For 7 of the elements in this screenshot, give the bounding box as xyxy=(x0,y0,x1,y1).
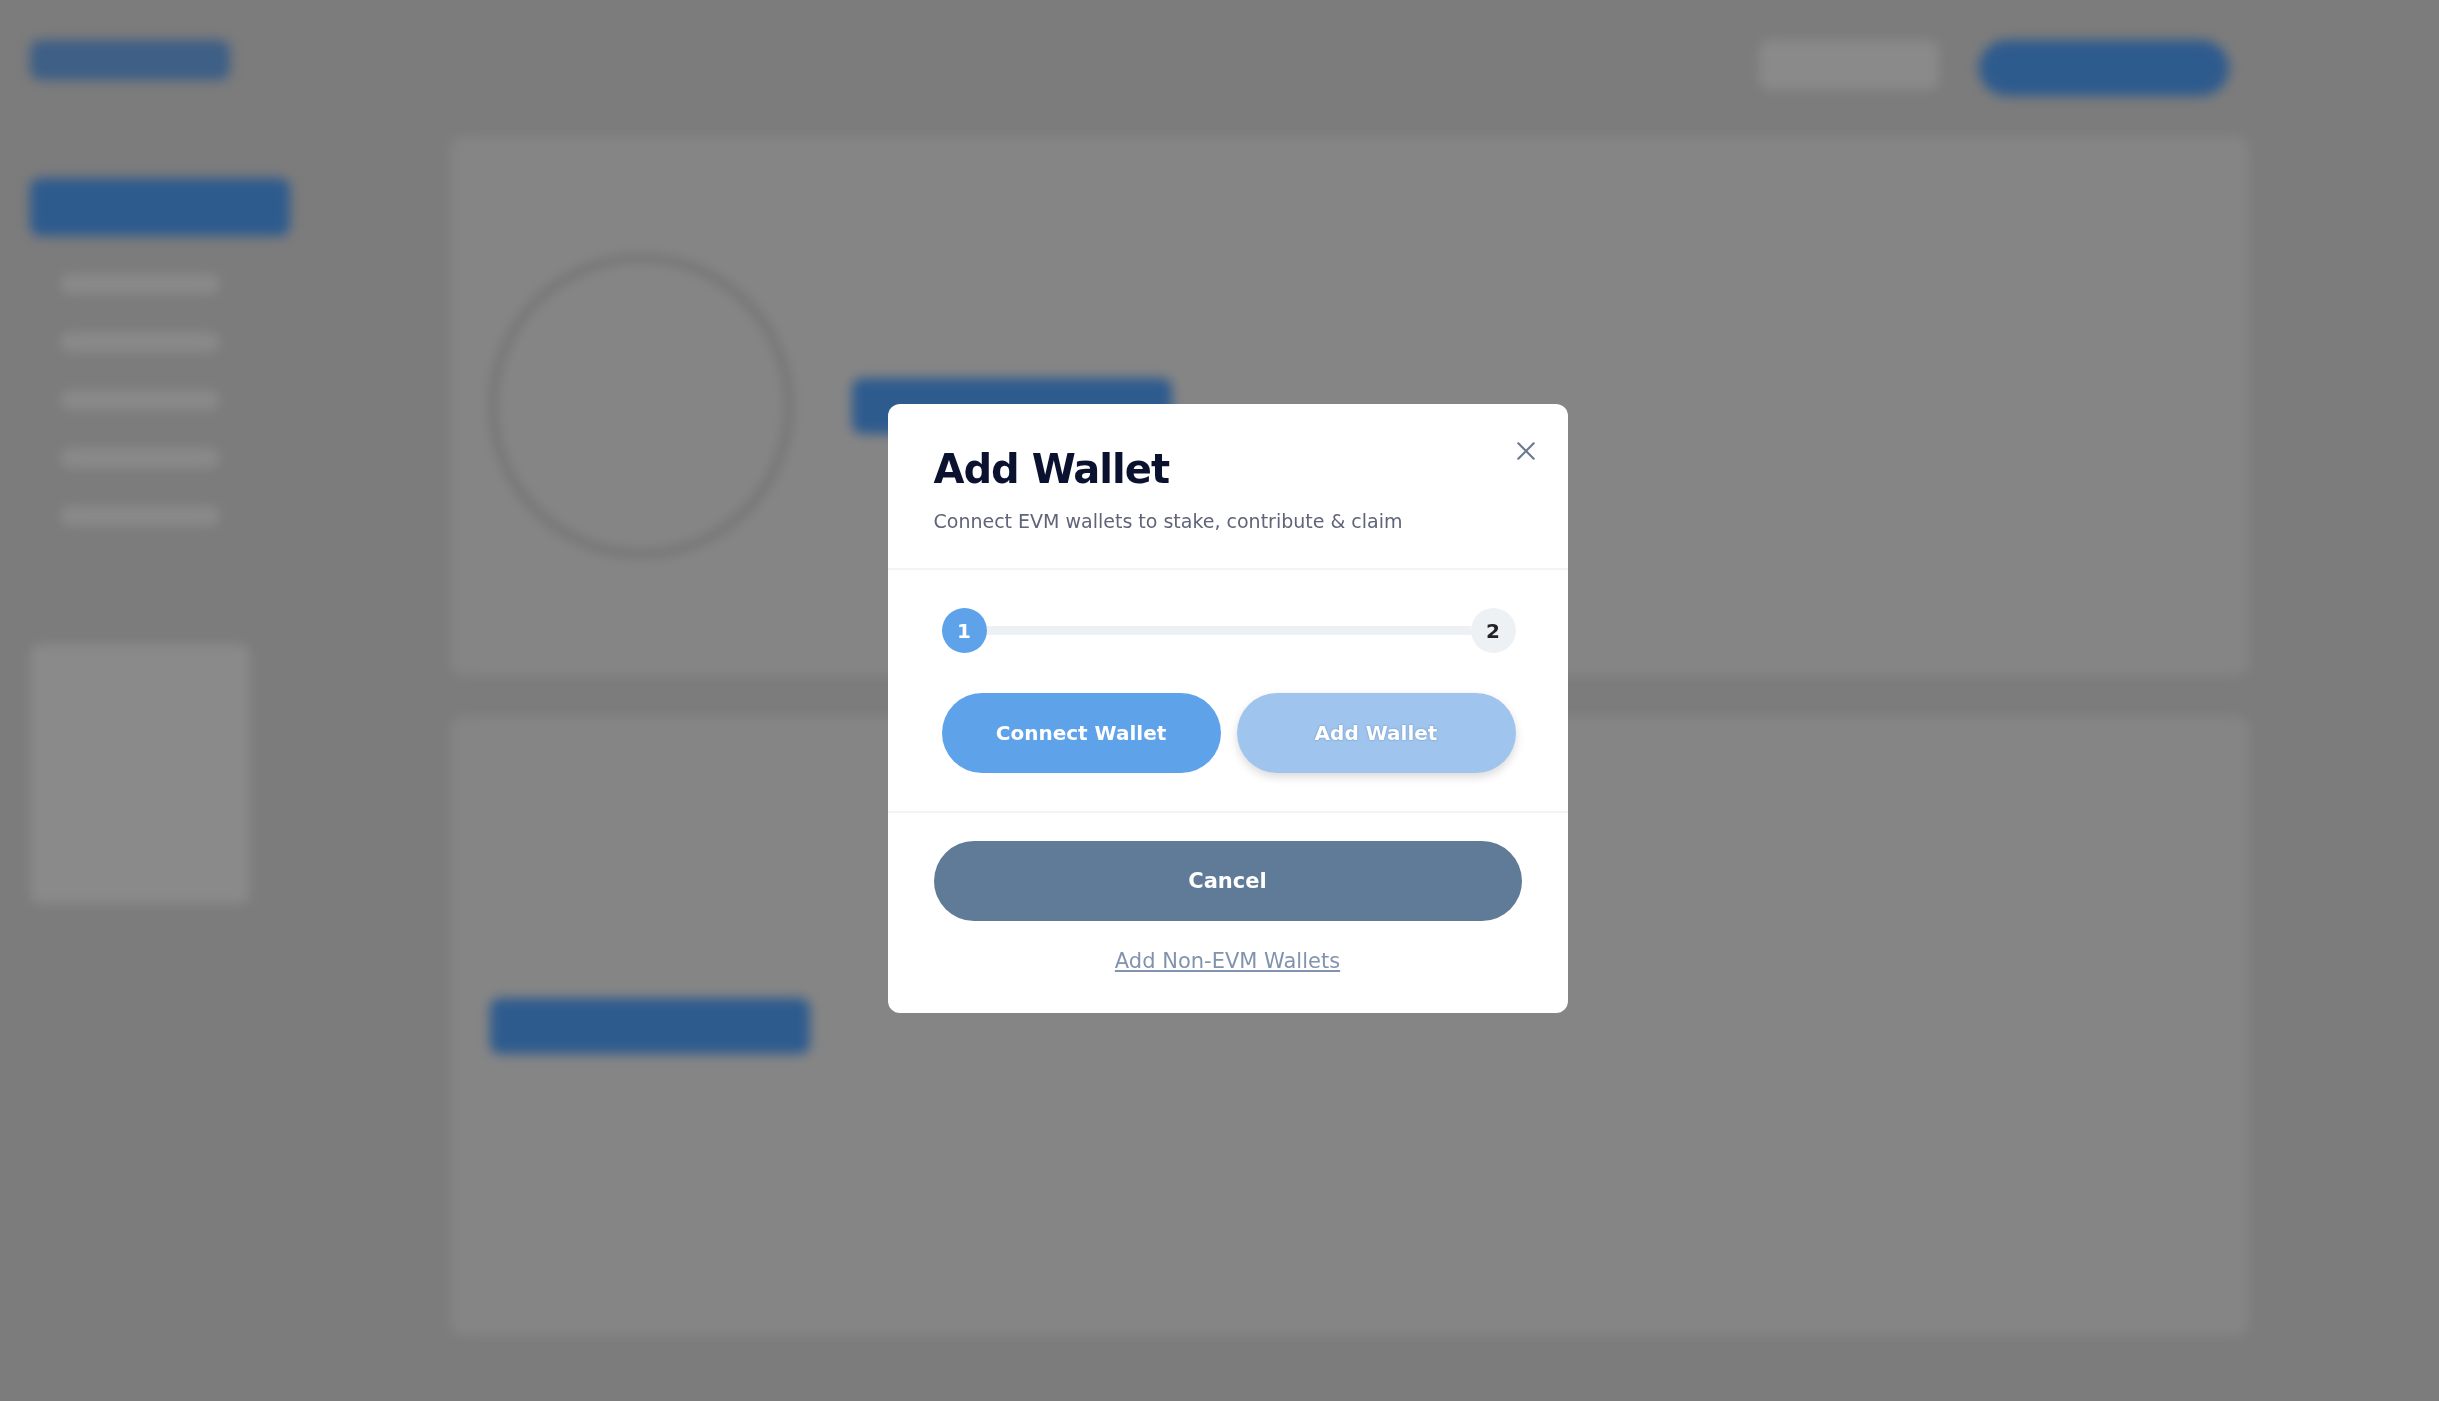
dialog-subtitle: Connect EVM wallets to stake, contribute & claim xyxy=(933,510,1403,532)
cancel-button[interactable]: Cancel xyxy=(933,841,1522,921)
wallet-step-button[interactable]: Connect Wallet xyxy=(941,693,1221,773)
add-non-evm-wallets-link[interactable]: Add Non-EVM Wallets xyxy=(1114,949,1341,973)
dialog-title: Add Wallet xyxy=(933,446,1171,492)
step-indicator: 1 xyxy=(941,608,987,653)
step-indicator: 2 xyxy=(1470,608,1516,653)
